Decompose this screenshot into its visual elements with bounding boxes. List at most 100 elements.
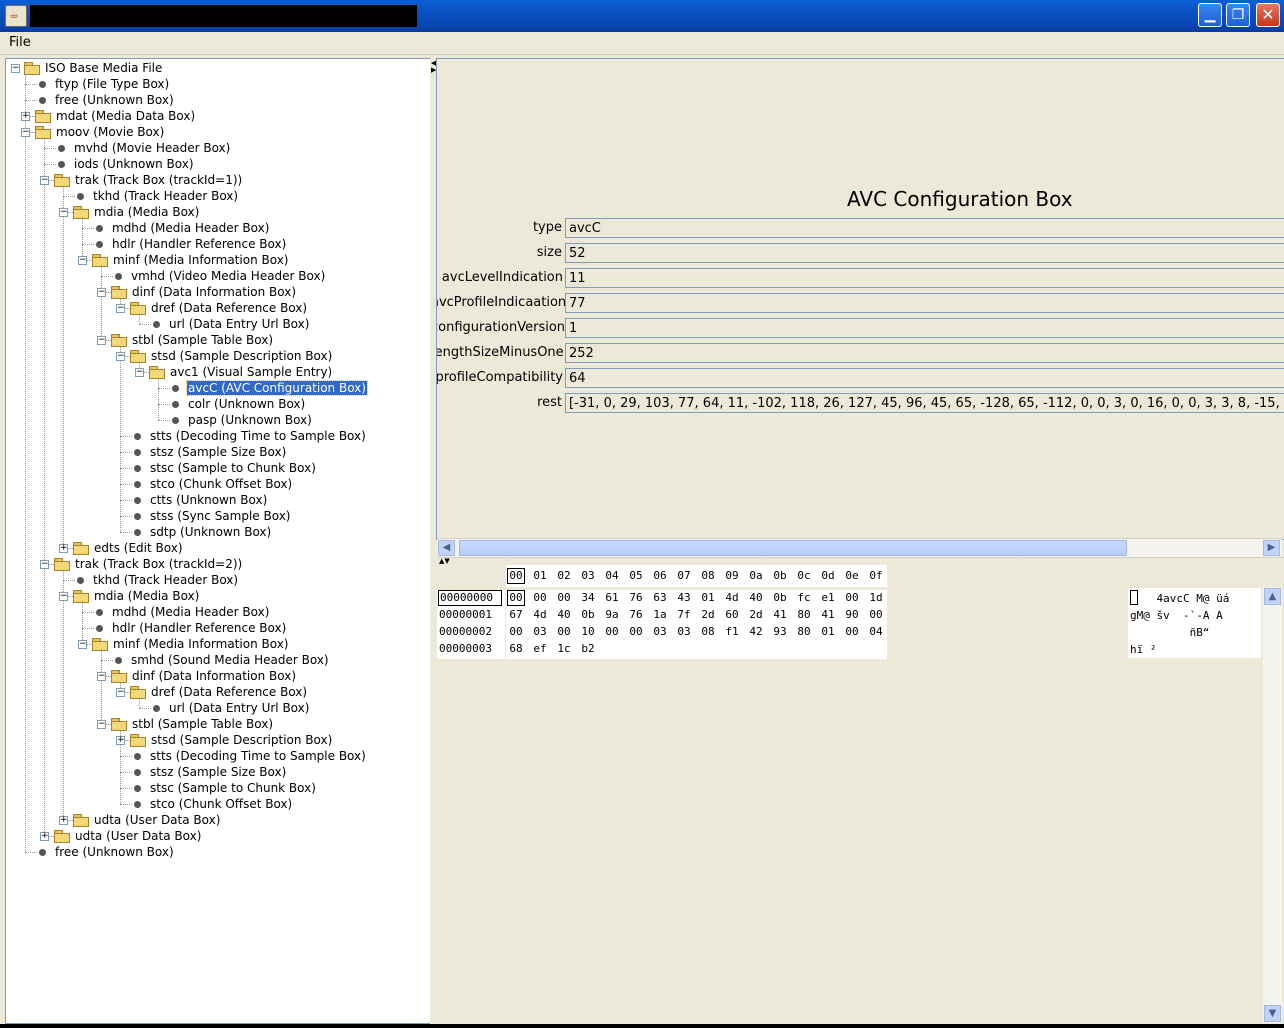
tree-node[interactable]: avc1 (Visual Sample Entry) (149, 364, 333, 380)
tree-node[interactable]: dref (Data Reference Box) (130, 300, 308, 316)
property-value-field[interactable]: 64 (565, 368, 1284, 388)
tree-node[interactable]: mdia (Media Box) (73, 204, 200, 220)
collapse-toggle-icon[interactable]: − (97, 672, 106, 681)
collapse-toggle-icon[interactable]: − (59, 208, 68, 217)
properties-horizontal-scrollbar[interactable]: ◀ ▶ (437, 538, 1282, 557)
hex-byte[interactable]: 00 (555, 590, 573, 606)
scroll-down-button[interactable]: ▼ (1264, 1005, 1281, 1022)
maximize-button[interactable]: ❐ (1226, 3, 1250, 27)
hex-byte[interactable]: 0b (771, 590, 789, 606)
hex-byte[interactable]: 34 (579, 590, 597, 606)
hex-byte[interactable]: 00 (867, 607, 885, 623)
hex-byte[interactable]: 1d (867, 590, 885, 606)
vertical-split-divider[interactable]: ◀ ▶ (430, 58, 436, 1024)
hex-byte[interactable]: 04 (867, 624, 885, 640)
expand-toggle-icon[interactable]: + (116, 736, 125, 745)
tree-node[interactable]: stco (Chunk Offset Box) (130, 476, 293, 492)
hex-byte[interactable]: 60 (723, 607, 741, 623)
hex-byte[interactable]: 80 (795, 624, 813, 640)
tree-node[interactable]: mdia (Media Box) (73, 588, 200, 604)
collapse-toggle-icon[interactable]: − (21, 128, 30, 137)
collapse-toggle-icon[interactable]: − (59, 592, 68, 601)
tree-node[interactable]: stbl (Sample Table Box) (111, 716, 274, 732)
tree-node[interactable]: mvhd (Movie Header Box) (54, 140, 231, 156)
close-button[interactable]: ✕ (1256, 3, 1280, 27)
hex-byte[interactable]: 4d (723, 590, 741, 606)
expand-toggle-icon[interactable]: + (21, 112, 30, 121)
tree-node[interactable]: mdhd (Media Header Box) (92, 220, 270, 236)
tree-node[interactable]: stss (Sync Sample Box) (130, 508, 292, 524)
tree-node[interactable]: hdlr (Handler Reference Box) (92, 620, 287, 636)
hex-byte[interactable]: 00 (627, 624, 645, 640)
box-tree[interactable]: − ISO Base Media File ftyp (File Type Box)… (5, 58, 431, 1024)
hex-byte[interactable]: 67 (507, 607, 525, 623)
tree-node[interactable]: iods (Unknown Box) (54, 156, 195, 172)
hex-byte[interactable]: 00 (507, 624, 525, 640)
tree-node[interactable]: stts (Decoding Time to Sample Box) (130, 748, 367, 764)
hex-byte[interactable]: 03 (651, 624, 669, 640)
collapse-toggle-icon[interactable]: − (78, 256, 87, 265)
tree-node[interactable]: trak (Track Box (trackId=1)) (54, 172, 243, 188)
tree-node[interactable]: pasp (Unknown Box) (168, 412, 313, 428)
property-value-field[interactable]: 11 (565, 268, 1284, 288)
tree-node[interactable]: dinf (Data Information Box) (111, 668, 297, 684)
menu-file[interactable]: File (9, 35, 31, 50)
hex-view[interactable]: 00 01 02 03 04 05 06 07 08 09 0a 0b 0c 0d 0e 0f 0000000… (437, 564, 1284, 1024)
hex-byte[interactable]: 1c (555, 641, 573, 657)
tree-node[interactable]: sdtp (Unknown Box) (130, 524, 272, 540)
tree-node[interactable]: stsz (Sample Size Box) (130, 764, 287, 780)
hex-byte[interactable]: 03 (675, 624, 693, 640)
property-value-field[interactable]: 252 (565, 343, 1284, 363)
property-value-field[interactable]: 1 (565, 318, 1284, 338)
expand-toggle-icon[interactable]: + (59, 816, 68, 825)
property-value-field[interactable]: 77 (565, 293, 1284, 313)
hex-byte[interactable]: 9a (603, 607, 621, 623)
hex-byte[interactable]: 03 (531, 624, 549, 640)
tree-node[interactable]: stsd (Sample Description Box) (130, 732, 333, 748)
hex-byte[interactable]: ef (531, 641, 549, 657)
tree-node[interactable]: moov (Movie Box) (35, 124, 165, 140)
hex-byte[interactable]: fc (795, 590, 813, 606)
scroll-up-button[interactable]: ▲ (1264, 588, 1281, 605)
tree-node[interactable]: mdat (Media Data Box) (35, 108, 196, 124)
tree-node[interactable]: stts (Decoding Time to Sample Box) (130, 428, 367, 444)
hex-byte[interactable]: 68 (507, 641, 525, 657)
hex-byte[interactable]: 0b (579, 607, 597, 623)
collapse-toggle-icon[interactable]: − (97, 288, 106, 297)
tree-node[interactable]: dref (Data Reference Box) (130, 684, 308, 700)
expand-toggle-icon[interactable]: + (59, 544, 68, 553)
hex-byte[interactable]: 10 (579, 624, 597, 640)
tree-node[interactable]: ISO Base Media File (24, 60, 163, 76)
property-value-field[interactable]: [-31, 0, 29, 103, 77, 64, 11, -102, 118,… (565, 393, 1284, 413)
collapse-toggle-icon[interactable]: − (135, 368, 144, 377)
hex-byte[interactable]: 00 (555, 624, 573, 640)
tree-node[interactable]: udta (User Data Box) (73, 812, 221, 828)
tree-node[interactable]: mdhd (Media Header Box) (92, 604, 270, 620)
hex-byte[interactable]: 08 (699, 624, 717, 640)
hex-byte[interactable]: 90 (843, 607, 861, 623)
hex-byte[interactable]: 00 (603, 624, 621, 640)
hex-byte[interactable]: 42 (747, 624, 765, 640)
hex-byte[interactable]: 4d (531, 607, 549, 623)
expand-toggle-icon[interactable]: + (40, 832, 49, 841)
tree-node[interactable]: ftyp (File Type Box) (35, 76, 170, 92)
tree-node[interactable]: avcC (AVC Configuration Box) (168, 380, 368, 396)
tree-node[interactable]: tkhd (Track Header Box) (73, 188, 239, 204)
hex-byte[interactable]: 00 (843, 590, 861, 606)
tree-node[interactable]: free (Unknown Box) (35, 844, 175, 860)
scroll-right-button[interactable]: ▶ (1263, 540, 1280, 556)
tree-node[interactable]: tkhd (Track Header Box) (73, 572, 239, 588)
hex-byte[interactable]: 63 (651, 590, 669, 606)
scroll-left-button[interactable]: ◀ (438, 540, 455, 556)
hex-byte[interactable]: 00 (531, 590, 549, 606)
collapse-toggle-icon[interactable]: − (40, 560, 49, 569)
collapse-toggle-icon[interactable]: − (40, 176, 49, 185)
collapse-toggle-icon[interactable]: − (11, 64, 20, 73)
hex-byte[interactable]: 43 (675, 590, 693, 606)
tree-node[interactable]: stbl (Sample Table Box) (111, 332, 274, 348)
hex-byte[interactable]: b2 (579, 641, 597, 657)
tree-node[interactable]: ctts (Unknown Box) (130, 492, 268, 508)
horizontal-split-divider[interactable]: ▲▼ (437, 557, 1284, 565)
tree-node[interactable]: stsc (Sample to Chunk Box) (130, 780, 317, 796)
hex-byte[interactable]: 40 (747, 590, 765, 606)
